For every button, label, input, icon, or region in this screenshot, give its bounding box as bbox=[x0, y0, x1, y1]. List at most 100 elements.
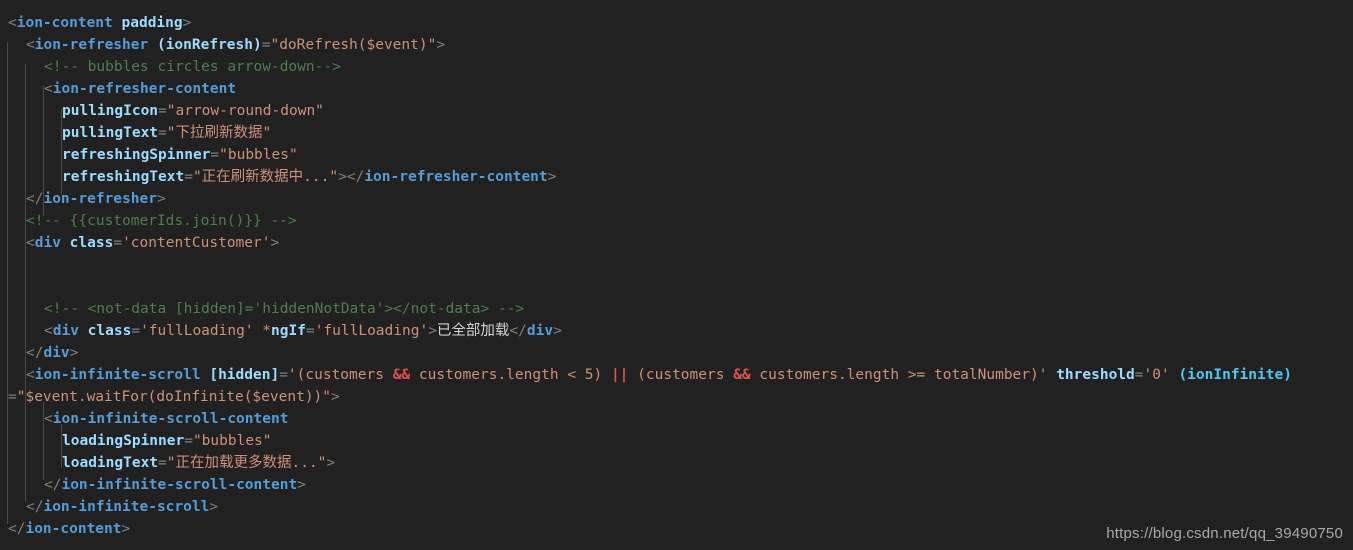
token-comment: <!-- <not-data [hidden]='hiddenNotData'>… bbox=[44, 301, 525, 317]
token-punc: = bbox=[158, 125, 167, 141]
token-str: "$event.waitFor(doInfinite($event))" bbox=[16, 389, 332, 405]
token-punc: < bbox=[44, 323, 53, 339]
token-str: "bubbles" bbox=[219, 147, 298, 163]
token-tag: ion-refresher bbox=[34, 37, 149, 53]
token-tag: ion-refresher-content bbox=[364, 169, 548, 185]
token-tag: ion-refresher-content bbox=[52, 81, 237, 97]
token-attr: loadingSpinner bbox=[62, 433, 185, 449]
token-punc: < bbox=[26, 235, 35, 251]
token-punc: > bbox=[156, 191, 166, 207]
code-line: refreshingSpinner="bubbles" bbox=[8, 144, 1353, 166]
token-tag: ion-infinite-scroll-content bbox=[52, 411, 289, 427]
token-str: "正在加载更多数据..." bbox=[166, 455, 327, 471]
watermark-url: https://blog.csdn.net/qq_39490750 bbox=[1106, 525, 1343, 542]
token-punc: </ bbox=[509, 323, 527, 339]
code-line: </ion-refresher> bbox=[8, 188, 1353, 210]
token-attr: [hidden] bbox=[209, 367, 280, 383]
token-punc: > bbox=[428, 323, 437, 339]
token-punc: = bbox=[131, 323, 141, 339]
token-punc: < bbox=[44, 411, 53, 427]
token-punc: > bbox=[338, 169, 347, 185]
token-attr: padding bbox=[121, 15, 183, 31]
code-line: <!-- bubbles circles arrow-down--> bbox=[8, 56, 1353, 78]
code-line: </div> bbox=[8, 342, 1353, 364]
token-punc: > bbox=[209, 499, 219, 515]
code-line: <div class='fullLoading' *ngIf='fullLoad… bbox=[8, 320, 1353, 342]
token-punc: </ bbox=[26, 191, 44, 207]
token-punc: = bbox=[158, 103, 167, 119]
token-tag: div bbox=[52, 323, 79, 339]
token-attr: pullingIcon bbox=[62, 103, 159, 119]
token-tag: ion-infinite-scroll bbox=[34, 367, 201, 383]
code-line: <ion-refresher-content bbox=[8, 78, 1353, 100]
code-editor[interactable]: <ion-content padding> <ion-refresher (ion… bbox=[0, 0, 1353, 550]
token-punc: > bbox=[69, 345, 79, 361]
token-tag: ion-infinite-scroll bbox=[43, 499, 210, 515]
token-punc: > bbox=[553, 323, 562, 339]
token-punc: = bbox=[1134, 367, 1144, 383]
code-line: <ion-content padding> bbox=[8, 12, 1353, 34]
token-punc: < bbox=[8, 15, 17, 31]
token-punc: > bbox=[547, 169, 557, 185]
token-attr-b: (ionInfinite) bbox=[1178, 367, 1292, 383]
code-line: refreshingText="正在刷新数据中..."></ion-refres… bbox=[8, 166, 1353, 188]
token-punc: = bbox=[158, 455, 167, 471]
token-punc: > bbox=[182, 15, 192, 31]
token-tag: ion-refresher bbox=[43, 191, 157, 207]
code-line: <ion-infinite-scroll-content bbox=[8, 408, 1353, 430]
code-line: </ion-infinite-scroll> bbox=[8, 496, 1353, 518]
code-line: pullingText="下拉刷新数据" bbox=[8, 122, 1353, 144]
token-attr: threshold bbox=[1056, 367, 1135, 383]
token-tag: ion-content bbox=[16, 15, 113, 31]
code-line: ="$event.waitFor(doInfinite($event))"> bbox=[8, 386, 1353, 408]
code-line: <div class='contentCustomer'> bbox=[8, 232, 1353, 254]
token-attr: pullingText bbox=[62, 125, 159, 141]
token-attr: class bbox=[69, 235, 114, 251]
token-tag: ion-content bbox=[25, 521, 122, 537]
token-str: customers.length < 5) bbox=[410, 367, 611, 383]
code-line: <!-- <not-data [hidden]='hiddenNotData'>… bbox=[8, 298, 1353, 320]
token-punc: > bbox=[331, 389, 340, 405]
token-punc: > bbox=[326, 455, 336, 471]
token-op: && bbox=[392, 367, 411, 383]
token-punc: > bbox=[436, 37, 446, 53]
code-line: </ion-infinite-scroll-content> bbox=[8, 474, 1353, 496]
code-lines: <ion-content padding> <ion-refresher (ion… bbox=[8, 12, 1353, 540]
token-tag: ion-infinite-scroll-content bbox=[61, 477, 298, 493]
token-tag: div bbox=[34, 235, 61, 251]
token-attr: ngIf bbox=[271, 323, 306, 339]
token-punc: < bbox=[26, 37, 35, 53]
token-op: && bbox=[733, 367, 751, 383]
token-str: "bubbles" bbox=[192, 433, 272, 449]
token-punc: = bbox=[113, 235, 123, 251]
token-punc: < bbox=[26, 367, 35, 383]
token-punc: > bbox=[297, 477, 306, 493]
token-comment: <!-- bubbles circles arrow-down--> bbox=[44, 59, 341, 75]
token-punc: = bbox=[279, 367, 288, 383]
token-str: "正在刷新数据中..." bbox=[192, 169, 339, 185]
token-str: customers.length >= totalNumber)' bbox=[750, 367, 1048, 383]
code-line: pullingIcon="arrow-round-down" bbox=[8, 100, 1353, 122]
token-punc: < bbox=[44, 81, 53, 97]
code-line: loadingSpinner="bubbles" bbox=[8, 430, 1353, 452]
token-tag: div bbox=[43, 345, 70, 361]
token-str: "arrow-round-down" bbox=[166, 103, 324, 119]
token-punc: </ bbox=[8, 521, 26, 537]
token-punc: = bbox=[305, 323, 315, 339]
token-attr: class bbox=[87, 323, 132, 339]
token-attr: refreshingText bbox=[62, 169, 185, 185]
token-str: '(customers bbox=[287, 367, 393, 383]
token-punc: </ bbox=[346, 169, 365, 185]
code-content[interactable]: <ion-content padding> <ion-refresher (ion… bbox=[0, 12, 1353, 540]
token-str: 'fullLoading' bbox=[140, 323, 254, 339]
token-attr: (ionRefresh) bbox=[156, 37, 262, 53]
token-punc: </ bbox=[44, 477, 62, 493]
token-punc: </ bbox=[26, 345, 44, 361]
